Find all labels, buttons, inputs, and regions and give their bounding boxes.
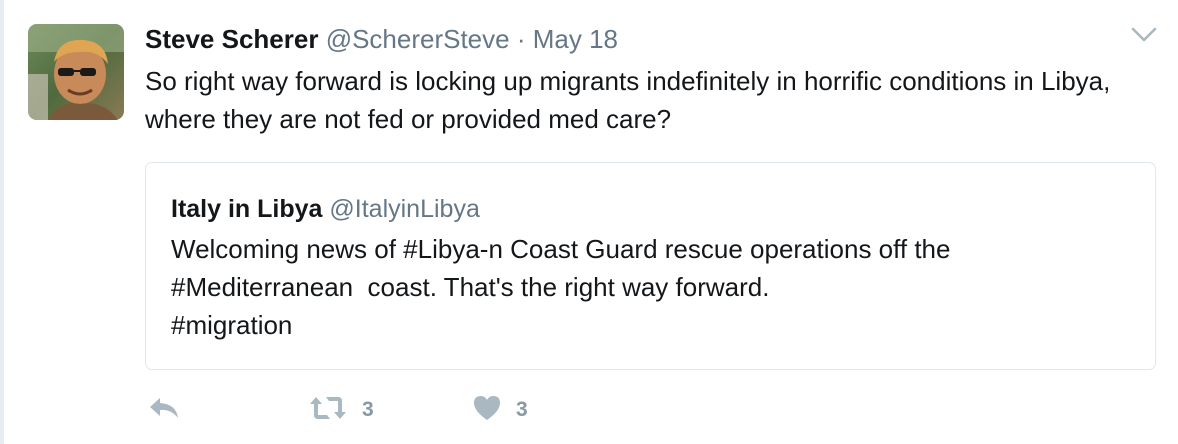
heart-icon — [472, 394, 502, 427]
author-handle[interactable]: @SchererSteve — [326, 24, 510, 54]
retweet-button[interactable]: 3 — [308, 392, 374, 428]
tweet-card: Steve Scherer @SchererSteve · May 18 So … — [0, 0, 1178, 444]
tweet-text: So right way forward is locking up migra… — [145, 66, 1111, 134]
like-count: 3 — [516, 398, 528, 421]
like-button[interactable]: 3 — [472, 392, 528, 428]
quoted-tweet-header: Italy in Libya @ItalyinLibya — [171, 194, 480, 224]
quoted-text-line: Welcoming news of #Libya-n Coast Guard r… — [171, 234, 951, 264]
tweet-timestamp[interactable]: May 18 — [533, 24, 618, 54]
quoted-tweet[interactable]: Italy in Libya @ItalyinLibya Welcoming n… — [145, 162, 1156, 370]
quoted-author-handle: @ItalyinLibya — [329, 195, 480, 223]
quoted-tweet-text: Welcoming news of #Libya-n Coast Guard r… — [171, 230, 1121, 344]
author-name[interactable]: Steve Scherer — [145, 24, 318, 54]
reply-button[interactable] — [147, 392, 181, 428]
chevron-down-icon[interactable] — [1131, 26, 1157, 44]
retweet-count: 3 — [362, 398, 374, 421]
avatar[interactable] — [28, 24, 124, 120]
quoted-text-line: #migration — [171, 310, 293, 340]
separator: · — [516, 24, 526, 54]
retweet-icon — [308, 394, 348, 427]
timeline-divider — [0, 0, 4, 444]
tweet-header: Steve Scherer @SchererSteve · May 18 — [145, 24, 618, 54]
quoted-author-name: Italy in Libya — [171, 195, 323, 223]
quoted-text-line: #Mediterranean coast. That's the right w… — [171, 272, 770, 302]
reply-icon — [147, 394, 181, 427]
